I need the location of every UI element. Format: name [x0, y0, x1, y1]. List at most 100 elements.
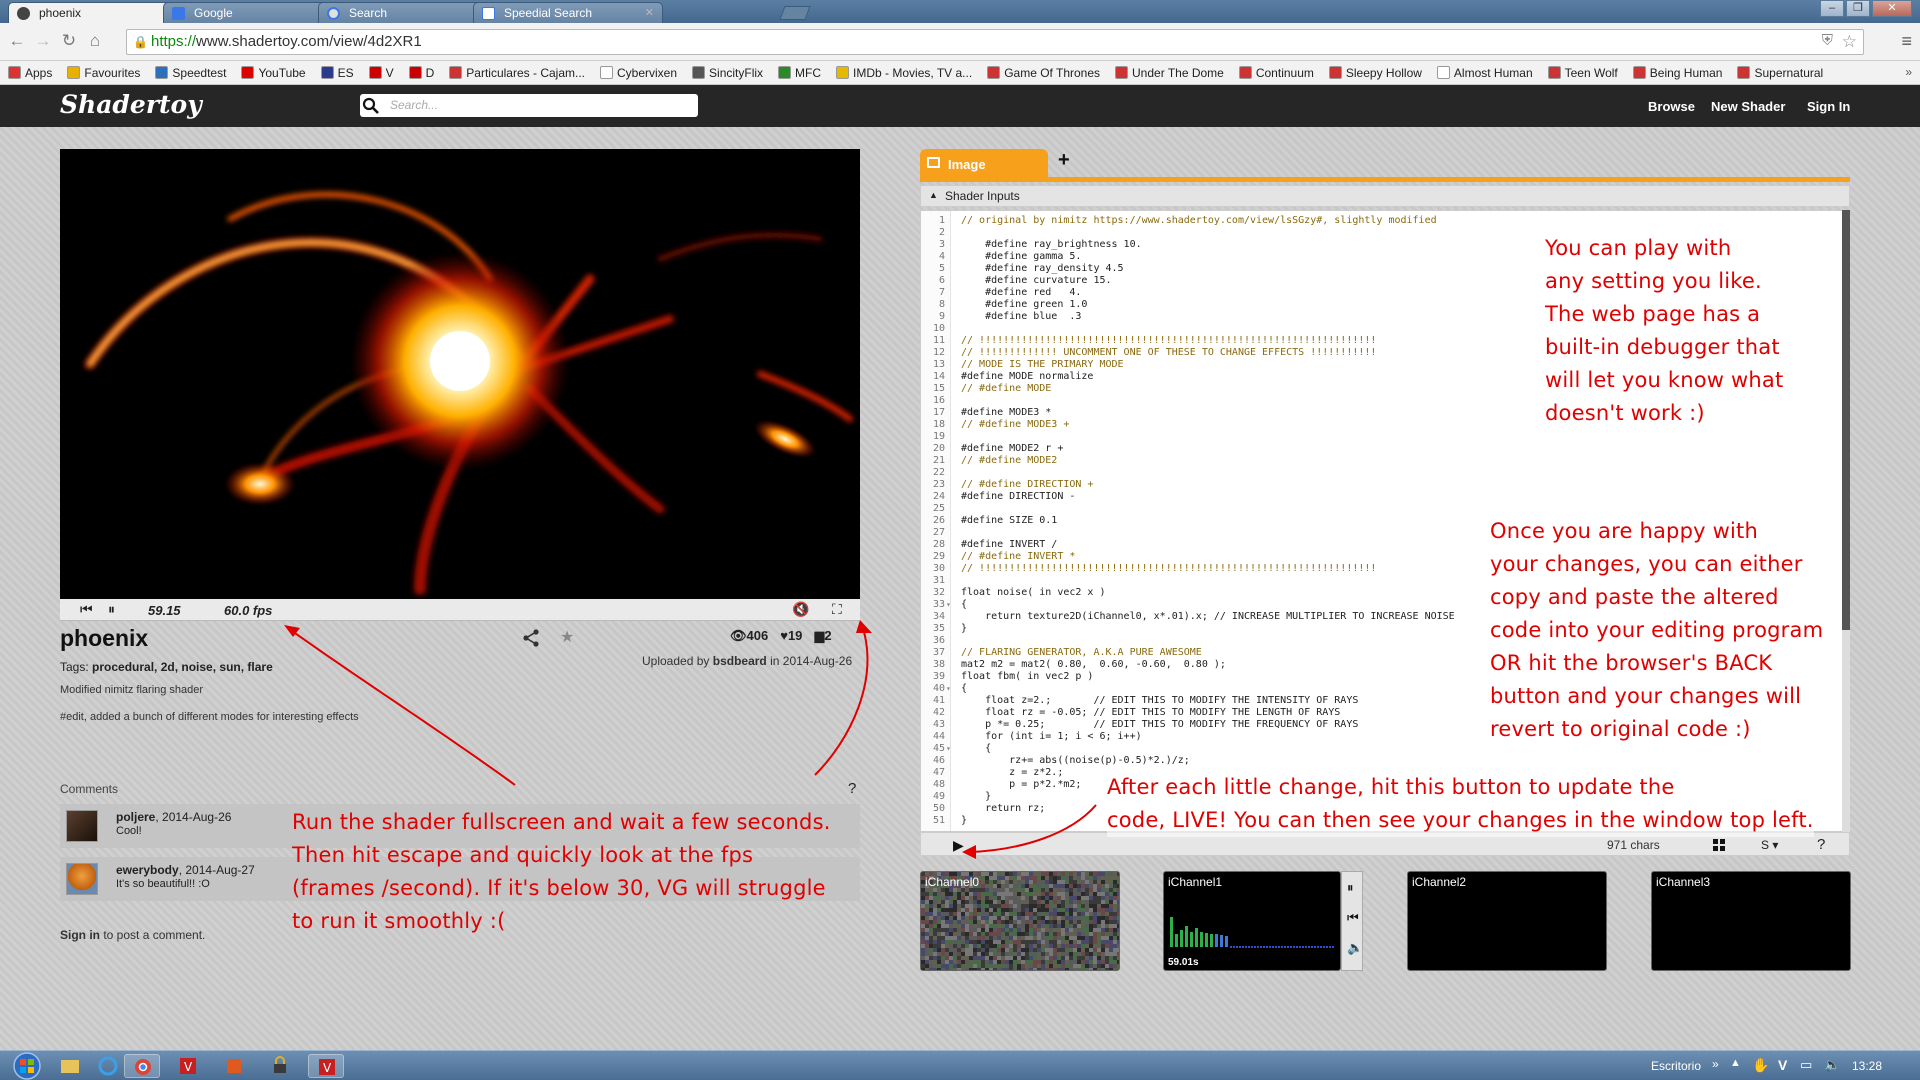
mute-icon[interactable]: 🔇 — [792, 601, 809, 618]
taskbar-explorer[interactable] — [52, 1054, 88, 1078]
bookmark-item[interactable]: Under The Dome — [1115, 66, 1224, 80]
shadertoy-logo[interactable]: Shadertoy — [60, 90, 202, 119]
volume-icon[interactable]: 🔈 — [1347, 940, 1363, 956]
volume-tray-icon[interactable]: 🔈 — [1824, 1057, 1840, 1073]
shield-icon[interactable]: ⛨ — [1822, 32, 1833, 49]
taskbar-app-v2[interactable]: V — [308, 1054, 344, 1078]
bookmark-item[interactable]: V — [368, 66, 394, 80]
tray-chevron-up-icon[interactable]: ▲ — [1730, 1057, 1741, 1069]
comment-date: , 2014-Aug-26 — [155, 810, 232, 824]
tv-icon — [1547, 66, 1561, 79]
tab-image[interactable]: Image — [920, 149, 1048, 179]
bookmark-item[interactable]: Game Of Thrones — [987, 66, 1100, 80]
taskbar-ie[interactable] — [90, 1054, 126, 1078]
bookmark-item[interactable]: Cybervixen — [600, 66, 677, 80]
search-input[interactable] — [390, 98, 680, 112]
close-tab-icon[interactable]: ✕ — [645, 6, 654, 19]
code-scrollbar[interactable] — [1842, 210, 1850, 832]
menu-icon[interactable]: ≡ — [1901, 31, 1912, 52]
bookmark-item[interactable]: Almost Human — [1436, 66, 1533, 80]
tray-desktop-label[interactable]: Escritorio — [1651, 1059, 1701, 1073]
clock[interactable]: 13:28 — [1852, 1059, 1882, 1073]
bookmark-item[interactable]: YouTube — [241, 66, 306, 80]
tags-list[interactable]: procedural, 2d, noise, sun, flare — [92, 660, 273, 674]
taskbar-app-lock[interactable] — [262, 1054, 298, 1078]
code-text: } — [961, 815, 968, 826]
avatar[interactable] — [66, 863, 98, 895]
search-icon[interactable] — [362, 97, 380, 115]
share-icon[interactable] — [522, 629, 540, 647]
comment-author[interactable]: ewerybody — [116, 863, 179, 877]
restore-icon[interactable]: ❐ — [1846, 0, 1870, 17]
pause-icon[interactable]: ⏸ — [108, 601, 115, 618]
bookmark-item[interactable]: MFC — [778, 66, 821, 80]
channel-2[interactable]: iChannel2 — [1407, 871, 1607, 971]
comments-help-icon[interactable]: ? — [848, 780, 856, 797]
signin-link[interactable]: Sign in — [60, 928, 100, 942]
tray-app-icon[interactable]: ✋ — [1752, 1057, 1769, 1074]
taskbar-app-v[interactable]: V — [170, 1054, 206, 1078]
code-text: { — [961, 743, 992, 754]
shader-canvas[interactable] — [60, 149, 860, 599]
minimize-icon[interactable]: – — [1820, 0, 1844, 17]
home-icon[interactable]: ⌂ — [84, 30, 106, 52]
font-size-select[interactable]: S ▾ — [1761, 838, 1778, 852]
fold-toggle-icon[interactable]: ▾ — [946, 599, 951, 611]
line-number: 20 — [932, 443, 945, 454]
fullscreen-icon[interactable]: ⛶ — [832, 601, 842, 618]
forward-icon[interactable]: → — [32, 30, 54, 52]
bookmark-item[interactable]: Speedtest — [155, 66, 226, 80]
channel-1[interactable]: iChannel1 59.01s — [1163, 871, 1341, 971]
new-tab-button[interactable] — [779, 6, 811, 20]
comment-author[interactable]: poljere — [116, 810, 155, 824]
avatar[interactable] — [66, 810, 98, 842]
start-button[interactable] — [6, 1051, 48, 1080]
rewind-icon[interactable]: ⏮ — [1347, 910, 1359, 926]
uploader-link[interactable]: bsdbeard — [713, 654, 767, 668]
pause-icon[interactable]: ⏸ — [1347, 880, 1354, 896]
tv-icon — [987, 66, 1001, 79]
taskbar-chrome[interactable] — [124, 1054, 160, 1078]
bookmark-item[interactable]: D — [408, 66, 434, 80]
favorite-star-icon[interactable]: ★ — [560, 627, 574, 647]
bookmark-item[interactable]: Sleepy Hollow — [1328, 66, 1422, 80]
taskbar-app-c[interactable] — [216, 1054, 252, 1078]
bookmark-star-icon[interactable]: ☆ — [1842, 32, 1857, 52]
rewind-icon[interactable]: ⏮ — [80, 601, 93, 618]
editor-help-icon[interactable]: ? — [1817, 836, 1825, 853]
channel-3[interactable]: iChannel3 — [1651, 871, 1851, 971]
bookmark-item[interactable]: Continuum — [1238, 66, 1314, 80]
tray-overflow-icon[interactable]: » — [1712, 1057, 1719, 1071]
nav-browse[interactable]: Browse — [1648, 99, 1695, 114]
bookmark-item[interactable]: Supernatural — [1737, 66, 1823, 80]
bookmark-item[interactable]: Apps — [8, 66, 52, 80]
bookmark-item[interactable]: Particulares - Cajam... — [449, 66, 585, 80]
network-icon[interactable]: ▭ — [1800, 1057, 1812, 1073]
bookmark-item[interactable]: ES — [320, 66, 354, 80]
address-bar[interactable]: 🔒 https://www.shadertoy.com/view/4d2XR1 … — [126, 29, 1864, 55]
scrollbar-thumb[interactable] — [1842, 210, 1850, 630]
back-icon[interactable]: ← — [6, 30, 28, 52]
bookmark-item[interactable]: Teen Wolf — [1547, 66, 1618, 80]
close-window-icon[interactable]: ✕ — [1872, 0, 1912, 17]
code-text: #define MODE3 * — [961, 407, 1052, 418]
bookmark-item[interactable]: Favourites — [67, 66, 140, 80]
tray-v-icon[interactable]: V — [1778, 1057, 1787, 1073]
search-box[interactable] — [360, 94, 698, 117]
editor-fullscreen-icon[interactable] — [1713, 839, 1725, 851]
compile-play-button[interactable]: ▶ — [953, 837, 964, 854]
nav-new-shader[interactable]: New Shader — [1711, 99, 1785, 114]
bookmarks-overflow-icon[interactable]: » — [1905, 65, 1912, 79]
add-tab-button[interactable]: + — [1058, 149, 1070, 172]
fold-toggle-icon[interactable]: ▾ — [946, 683, 951, 695]
shader-inputs-toggle[interactable]: ▲ Shader Inputs — [920, 185, 1850, 207]
browser-tab-speedial[interactable]: Speedial Search ✕ — [473, 2, 663, 23]
nav-sign-in[interactable]: Sign In — [1807, 99, 1850, 114]
bookmark-item[interactable]: Being Human — [1632, 66, 1722, 80]
fold-toggle-icon[interactable]: ▾ — [946, 743, 951, 755]
bookmark-item[interactable]: IMDb - Movies, TV a... — [836, 66, 972, 80]
tv-icon — [1115, 66, 1129, 79]
channel-0[interactable]: iChannel0 — [920, 871, 1120, 971]
reload-icon[interactable]: ↻ — [58, 30, 80, 52]
bookmark-item[interactable]: SincityFlix — [692, 66, 763, 80]
